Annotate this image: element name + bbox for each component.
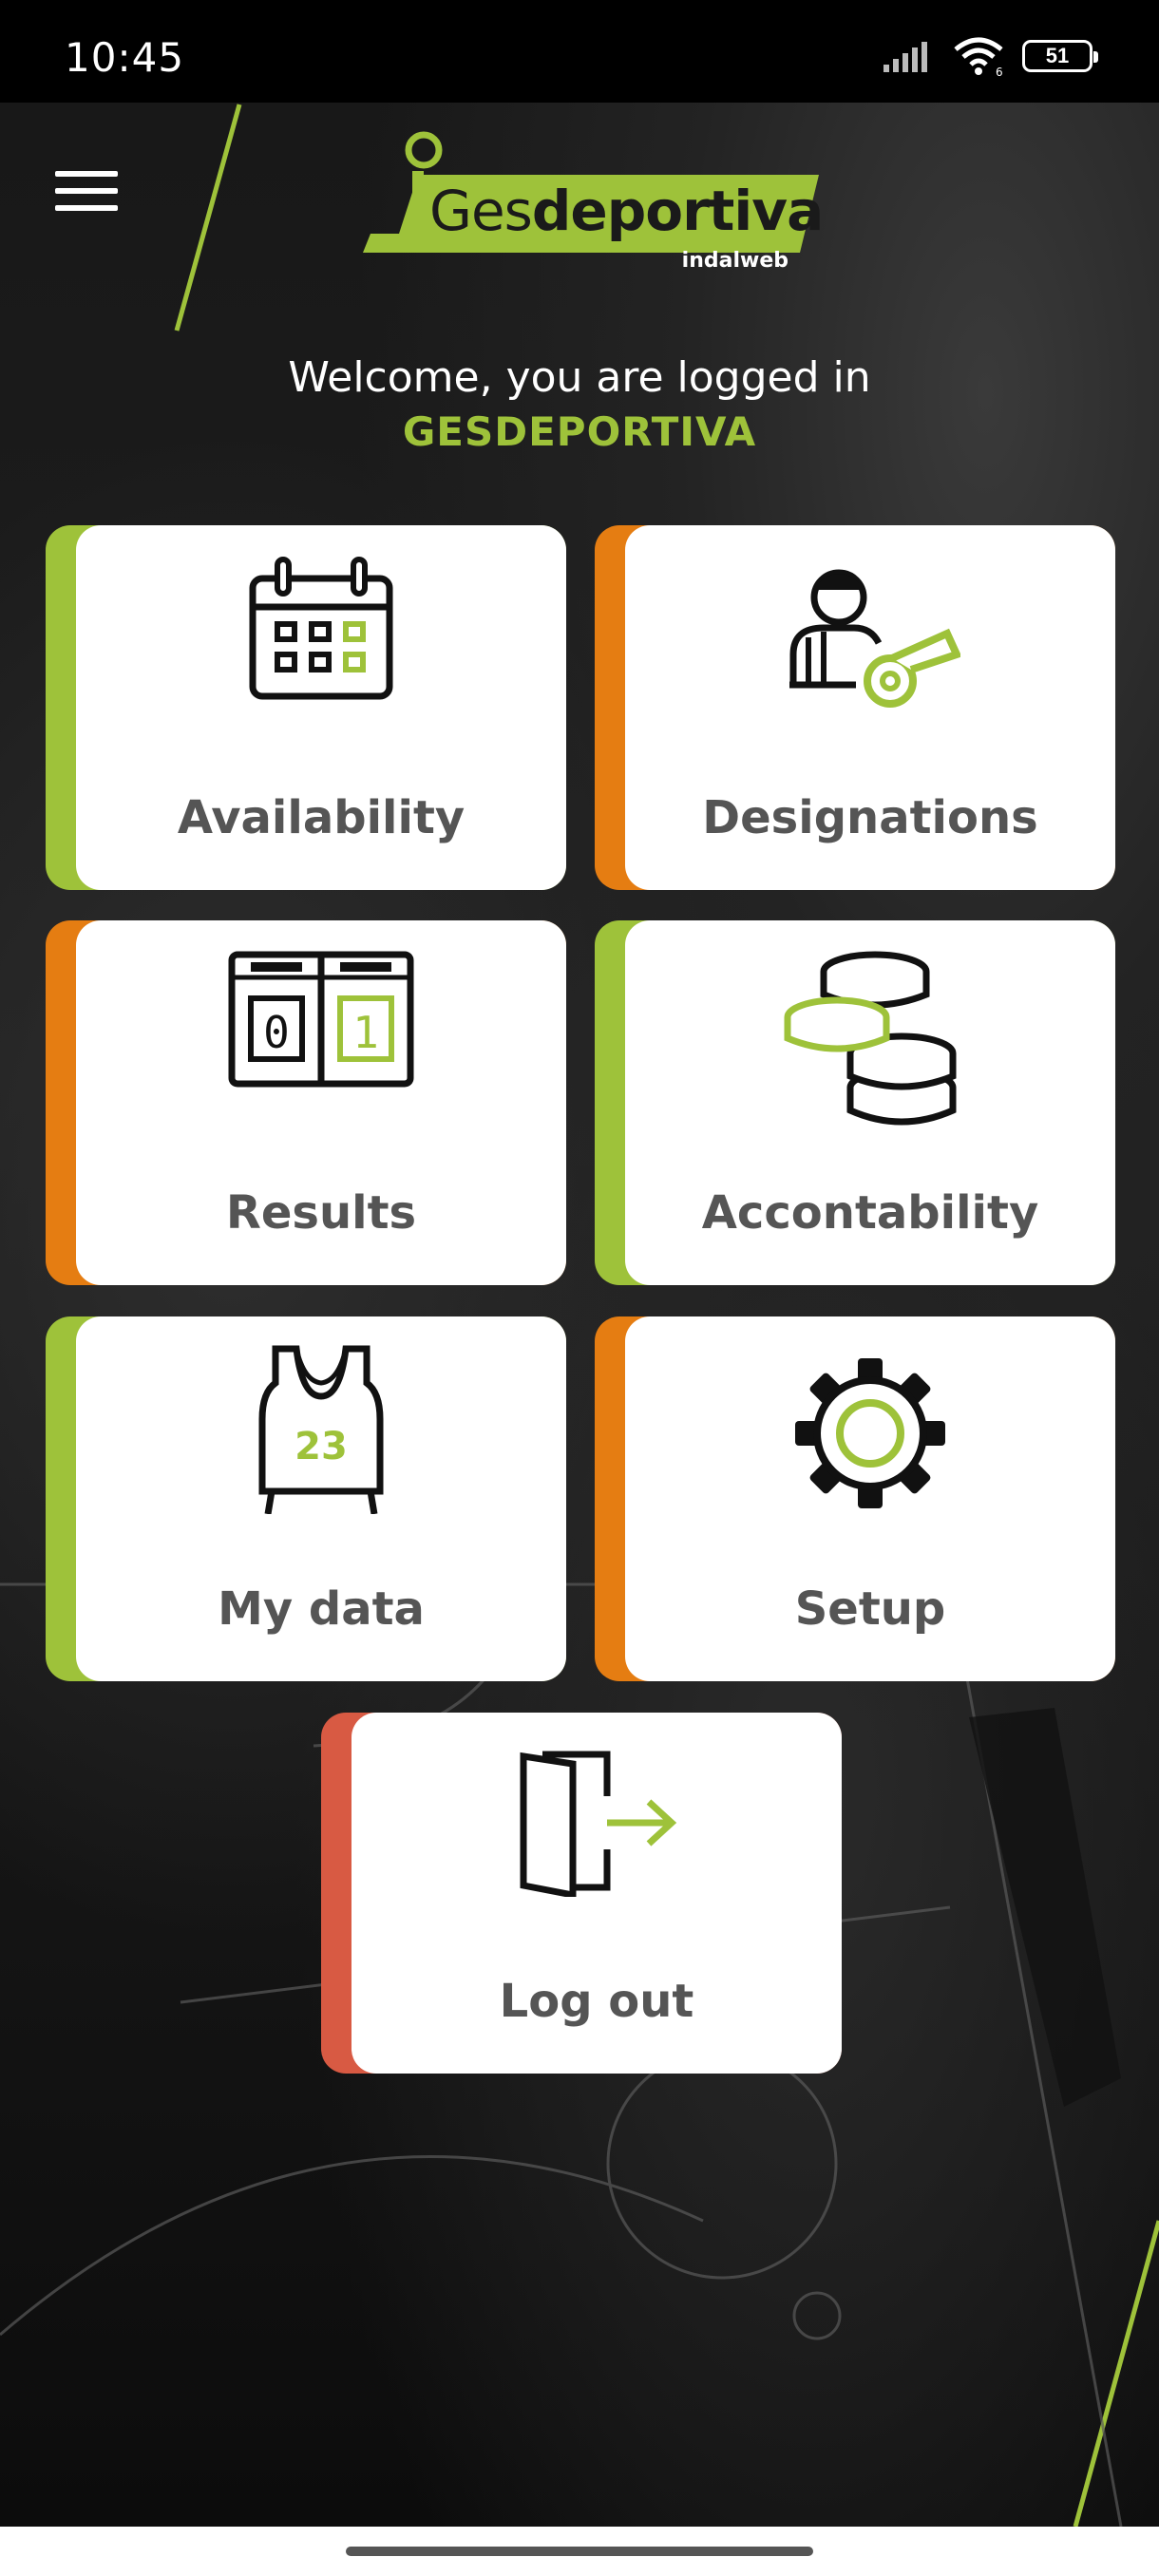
logout-door-icon xyxy=(520,1751,677,1897)
tile-label: My data xyxy=(218,1582,425,1636)
status-time: 10:45 xyxy=(65,34,185,81)
background-court-decor xyxy=(0,104,1159,2527)
username: GESDEPORTIVA xyxy=(402,408,757,455)
gear-icon xyxy=(795,1358,945,1508)
logo-main: deportiva xyxy=(531,179,824,243)
coins-icon xyxy=(784,951,957,1126)
tile-card: 23 My data xyxy=(76,1316,566,1681)
tile-accontability[interactable]: Accontability xyxy=(595,920,1115,1285)
app-logo: Gesdeportiva indalweb xyxy=(361,118,826,289)
score-away: 1 xyxy=(352,1007,379,1058)
tile-log-out[interactable]: Log out xyxy=(321,1713,842,2074)
hamburger-line xyxy=(55,188,118,194)
status-icons: 6 51 xyxy=(884,36,1098,76)
jersey-number: 23 xyxy=(294,1425,348,1468)
hamburger-menu-icon xyxy=(55,171,118,177)
logo-prefix: Ges xyxy=(429,179,533,243)
tile-label: Results xyxy=(225,1186,417,1240)
tile-setup[interactable]: Setup xyxy=(595,1316,1115,1681)
hamburger-line xyxy=(55,205,118,211)
tile-label: Availability xyxy=(177,791,466,844)
welcome-message: Welcome, you are logged in xyxy=(288,353,871,402)
signal-icon xyxy=(884,42,927,72)
tile-label: Setup xyxy=(794,1582,946,1636)
calendar-icon xyxy=(249,557,393,700)
app-background: Gesdeportiva indalweb Welcome, you are l… xyxy=(0,103,1159,2527)
tile-card: Log out xyxy=(352,1713,842,2074)
tile-card: Setup xyxy=(625,1316,1115,1681)
status-bar: 10:45 6 51 xyxy=(0,0,1159,103)
tile-results[interactable]: 0 1 Results xyxy=(46,920,566,1285)
svg-text:6: 6 xyxy=(996,66,1003,76)
referee-whistle-icon xyxy=(789,569,960,708)
logo-text: Gesdeportiva xyxy=(429,179,824,243)
tile-label: Accontability xyxy=(701,1186,1039,1240)
tile-my-data[interactable]: 23 My data xyxy=(46,1316,566,1681)
home-indicator[interactable] xyxy=(346,2547,813,2556)
battery-indicator: 51 xyxy=(1022,40,1098,72)
tile-availability[interactable]: Availability xyxy=(46,525,566,890)
menu-button[interactable] xyxy=(55,171,118,218)
tile-label: Log out xyxy=(499,1975,694,2028)
tile-designations[interactable]: Designations xyxy=(595,525,1115,890)
tile-card: Accontability xyxy=(625,920,1115,1285)
battery-level: 51 xyxy=(1045,44,1070,67)
tile-card: Designations xyxy=(625,525,1115,890)
wifi-icon: 6 xyxy=(954,37,1003,76)
scoreboard-icon: 0 1 xyxy=(228,951,414,1088)
score-home: 0 xyxy=(263,1007,290,1058)
tile-card: 0 1 Results xyxy=(76,920,566,1285)
logo-subtitle: indalweb xyxy=(681,249,788,273)
jersey-icon: 23 xyxy=(258,1345,384,1514)
tile-card: Availability xyxy=(76,525,566,890)
tile-label: Designations xyxy=(702,791,1038,844)
